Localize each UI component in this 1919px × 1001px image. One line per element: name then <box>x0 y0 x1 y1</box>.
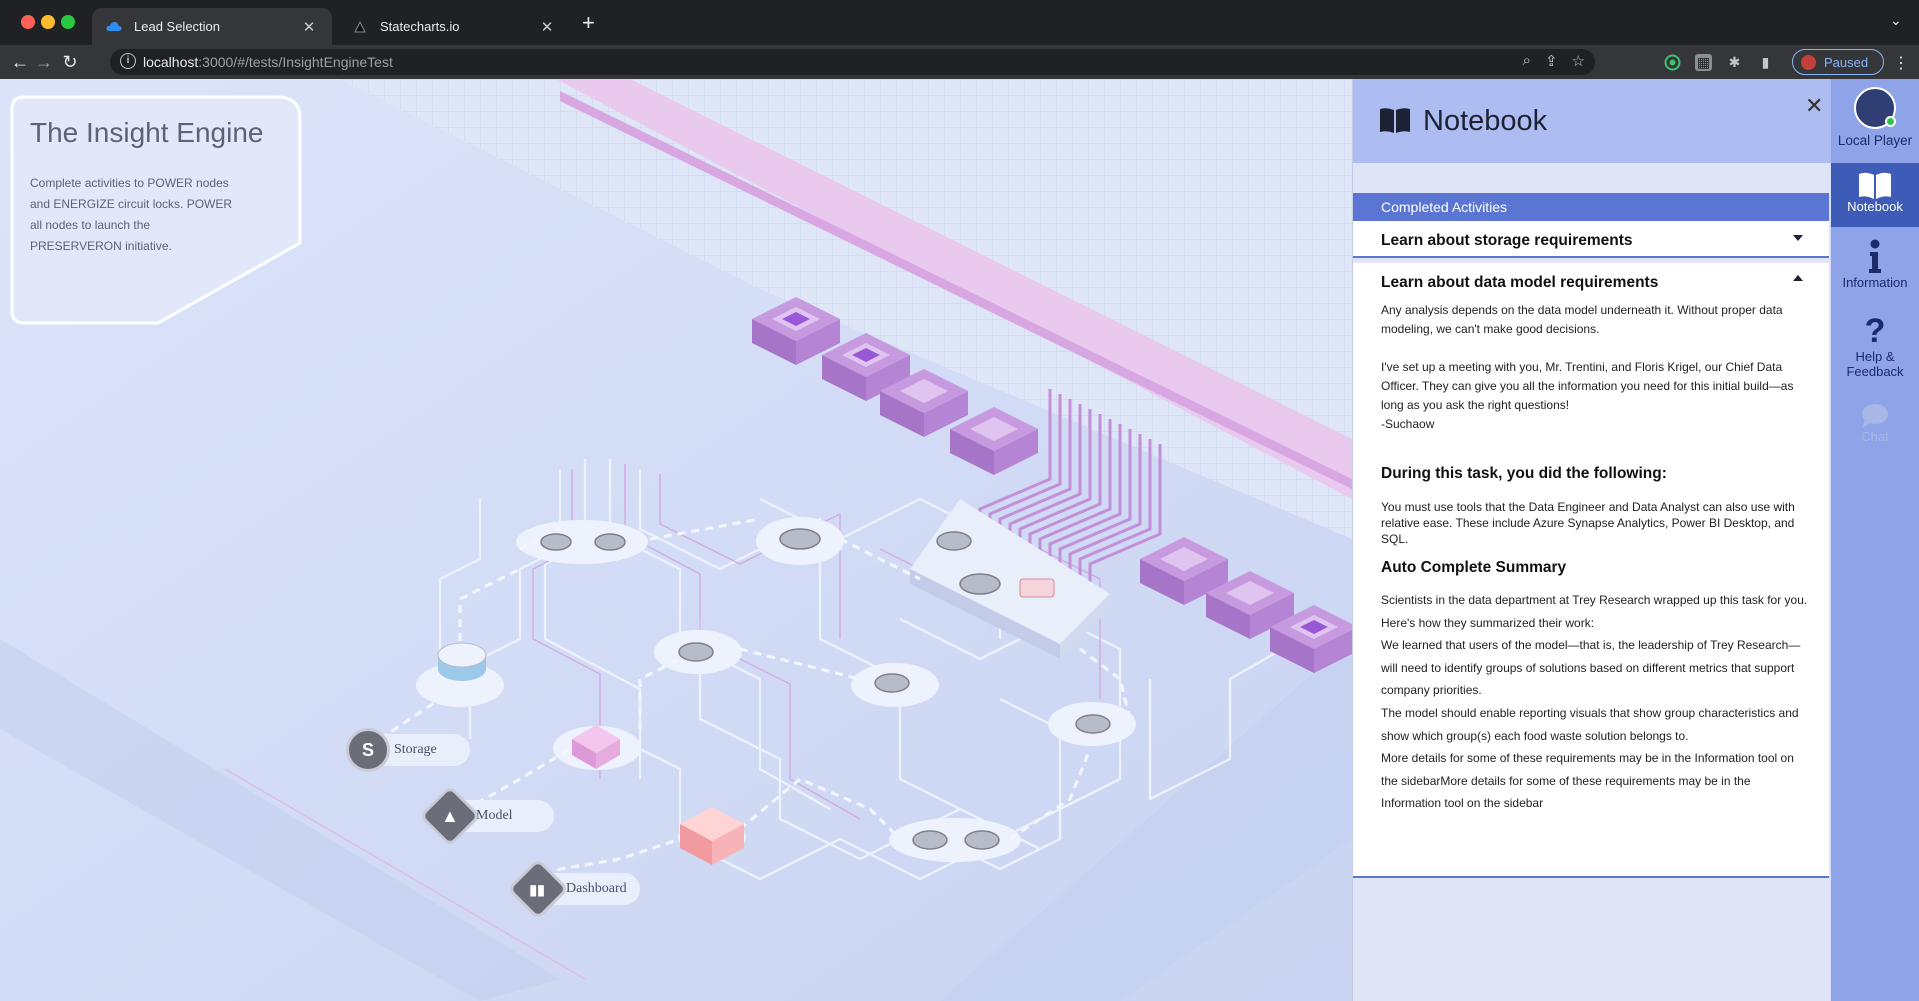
reload-icon[interactable]: ↻ <box>58 50 82 74</box>
sidebar-item-help-feedback[interactable]: ? Help & Feedback <box>1831 313 1919 393</box>
player-name: Local Player <box>1837 133 1913 148</box>
extension-box-icon[interactable]: ▦ <box>1695 54 1712 71</box>
browser-toolbar: ← → ↻ i localhost:3000/#/tests/InsightEn… <box>0 45 1919 79</box>
sidebar-item-label: Information <box>1842 275 1908 290</box>
activity-storage-requirements[interactable]: Learn about storage requirements <box>1353 221 1829 258</box>
minimize-window-button[interactable] <box>41 15 55 29</box>
summary-body: Scientists in the data department at Tre… <box>1381 589 1811 815</box>
storage-icon[interactable]: S <box>346 728 390 772</box>
address-bar[interactable]: i localhost:3000/#/tests/InsightEngineTe… <box>110 49 1595 75</box>
tab-search-icon[interactable]: ⌄ <box>1890 12 1902 29</box>
help-icon: ? <box>1864 312 1886 350</box>
profile-avatar <box>1801 54 1816 70</box>
local-player[interactable]: Local Player <box>1831 87 1919 161</box>
notebook-content: Completed Activities Learn about storage… <box>1353 193 1831 983</box>
tab-lead-selection[interactable]: Lead Selection ✕ <box>92 8 332 45</box>
activity-title: Learn about storage requirements <box>1381 232 1633 249</box>
sidebar-item-chat[interactable]: Chat <box>1831 403 1919 463</box>
maximize-window-button[interactable] <box>61 15 75 29</box>
site-info-icon[interactable]: i <box>120 53 136 69</box>
back-icon[interactable]: ← <box>8 50 32 74</box>
bookmark-star-icon[interactable]: ☆ <box>1572 52 1585 70</box>
activity-data-model-requirements[interactable]: Learn about data model requirements Any … <box>1353 263 1829 878</box>
tab-statecharts[interactable]: Statecharts.io ✕ <box>338 8 570 45</box>
forward-icon[interactable]: → <box>32 50 56 74</box>
game-sidebar: Local Player Notebook Information ? Help… <box>1831 79 1919 1001</box>
notebook-book-icon <box>1380 108 1410 133</box>
notebook-title: Notebook <box>1423 105 1548 137</box>
page-viewport: The Insight Engine Complete activities t… <box>0 79 1919 1001</box>
completed-activities-header: Completed Activities <box>1353 193 1829 221</box>
message-paragraph-2: I've set up a meeting with you, Mr. Tren… <box>1381 360 1794 412</box>
tab-title: Lead Selection <box>134 19 221 34</box>
node-label-storage: Storage <box>394 742 437 757</box>
online-status-dot <box>1885 116 1896 127</box>
cloud-icon <box>106 19 122 35</box>
tab-close-icon[interactable]: ✕ <box>300 18 318 36</box>
tab-title: Statecharts.io <box>380 19 460 34</box>
url-text: localhost:3000/#/tests/InsightEngineTest <box>143 54 393 70</box>
side-panel-icon[interactable]: ▮ <box>1757 54 1774 71</box>
notebook-header: Notebook ✕ <box>1353 79 1831 163</box>
sidebar-item-information[interactable]: Information <box>1831 239 1919 303</box>
sidebar-item-notebook[interactable]: Notebook <box>1831 163 1919 227</box>
browser-tab-bar: Lead Selection ✕ Statecharts.io ✕ + ⌄ <box>0 0 1919 45</box>
insight-engine-board: The Insight Engine Complete activities t… <box>0 79 1358 1001</box>
chevron-down-icon[interactable] <box>1793 235 1803 241</box>
profile-status: Paused <box>1824 54 1869 70</box>
notebook-icon <box>1859 172 1891 199</box>
share-icon[interactable]: ⇪ <box>1545 52 1558 70</box>
tab-close-icon[interactable]: ✕ <box>538 18 556 36</box>
sidebar-item-label: Chat <box>1861 429 1889 444</box>
zoom-icon[interactable]: ⌕ <box>1523 52 1531 70</box>
close-icon[interactable]: ✕ <box>1805 93 1823 119</box>
info-icon <box>1869 239 1881 273</box>
did-heading: During this task, you did the following: <box>1381 465 1667 482</box>
game-title-card: The Insight Engine Complete activities t… <box>10 95 302 325</box>
extension-green-icon[interactable] <box>1664 54 1681 71</box>
node-label-model: Model <box>476 808 513 823</box>
chevron-up-icon[interactable] <box>1793 275 1803 281</box>
chat-icon <box>1862 404 1888 428</box>
message-signature: -Suchaow <box>1381 417 1435 431</box>
summary-line: The model should enable reporting visual… <box>1381 705 1799 743</box>
close-window-button[interactable] <box>21 15 35 29</box>
sidebar-item-label: Notebook <box>1847 199 1903 214</box>
summary-line: Scientists in the data department at Tre… <box>1381 593 1808 630</box>
notebook-panel: Notebook ✕ Completed Activities Learn ab… <box>1352 79 1831 1001</box>
summary-heading: Auto Complete Summary <box>1381 559 1567 576</box>
profile-button[interactable]: Paused <box>1792 49 1884 75</box>
summary-line: We learned that users of the model—that … <box>1381 638 1801 698</box>
node-label-dashboard: Dashboard <box>566 881 627 896</box>
extensions-puzzle-icon[interactable]: ✱ <box>1726 54 1743 71</box>
game-description: Complete activities to POWER nodes and E… <box>30 176 233 253</box>
activity-title: Learn about data model requirements <box>1381 274 1659 291</box>
message-paragraph-1: Any analysis depends on the data model u… <box>1381 303 1783 336</box>
statecharts-icon <box>352 19 368 35</box>
new-tab-button[interactable]: + <box>582 12 595 34</box>
summary-line: More details for some of these requireme… <box>1381 751 1794 811</box>
browser-menu-icon[interactable]: ⋮ <box>1893 53 1909 73</box>
game-title: The Insight Engine <box>30 117 264 148</box>
did-text: You must use tools that the Data Enginee… <box>1381 500 1795 546</box>
avatar <box>1854 87 1896 129</box>
sidebar-item-label: Help & Feedback <box>1846 349 1904 379</box>
